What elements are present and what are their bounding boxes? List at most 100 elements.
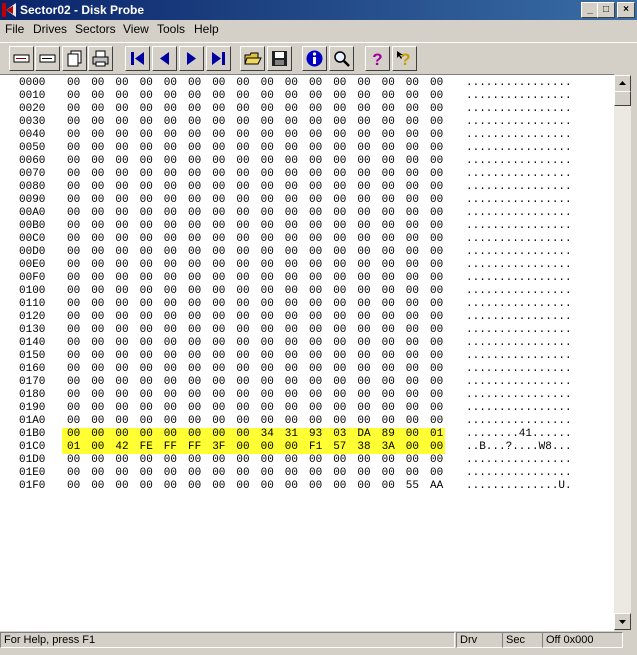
hex-byte[interactable]: 00 <box>430 376 443 389</box>
hex-byte[interactable]: 00 <box>430 324 443 337</box>
hex-byte[interactable]: 00 <box>236 142 249 155</box>
hex-byte[interactable]: 00 <box>430 272 443 285</box>
hex-byte[interactable]: AA <box>430 480 443 493</box>
hex-byte[interactable]: 00 <box>188 181 201 194</box>
hex-byte[interactable]: 00 <box>164 207 177 220</box>
hex-byte[interactable]: 00 <box>285 350 298 363</box>
hex-byte[interactable]: 00 <box>357 207 370 220</box>
hex-byte[interactable]: 00 <box>115 142 128 155</box>
hex-byte[interactable]: 00 <box>309 480 322 493</box>
hex-byte[interactable]: 00 <box>164 311 177 324</box>
hex-byte[interactable]: 00 <box>285 311 298 324</box>
hex-byte[interactable]: 00 <box>357 129 370 142</box>
hex-byte[interactable]: 00 <box>357 116 370 129</box>
hex-byte[interactable]: 00 <box>382 155 395 168</box>
hex-byte[interactable]: 00 <box>188 129 201 142</box>
info-button[interactable] <box>302 46 327 71</box>
menu-view[interactable]: View <box>123 22 149 36</box>
hex-byte[interactable]: 00 <box>309 77 322 90</box>
hex-byte[interactable]: 00 <box>188 454 201 467</box>
hex-byte[interactable]: 00 <box>333 142 346 155</box>
menu-help[interactable]: Help <box>194 22 219 36</box>
hex-byte[interactable]: 00 <box>91 116 104 129</box>
hex-byte[interactable]: 00 <box>430 155 443 168</box>
hex-byte[interactable]: 00 <box>236 324 249 337</box>
hex-byte[interactable]: 00 <box>430 142 443 155</box>
hex-byte[interactable]: 00 <box>382 194 395 207</box>
close-button[interactable]: × <box>617 2 635 18</box>
hex-byte[interactable]: 00 <box>357 415 370 428</box>
hex-byte[interactable]: 00 <box>91 155 104 168</box>
hex-byte[interactable]: 00 <box>115 337 128 350</box>
hex-byte[interactable]: 00 <box>164 350 177 363</box>
hex-byte[interactable]: 00 <box>115 246 128 259</box>
hex-byte[interactable]: 00 <box>115 207 128 220</box>
hex-byte[interactable]: 00 <box>382 350 395 363</box>
hex-byte[interactable]: 00 <box>212 285 225 298</box>
hex-byte[interactable]: 00 <box>212 428 225 441</box>
hex-byte[interactable]: 00 <box>309 233 322 246</box>
hex-byte[interactable]: 00 <box>164 142 177 155</box>
hex-byte[interactable]: 00 <box>406 233 419 246</box>
hex-byte[interactable]: 00 <box>140 259 153 272</box>
hex-byte[interactable]: 00 <box>140 311 153 324</box>
hex-byte[interactable]: 00 <box>261 389 274 402</box>
hex-byte[interactable]: 00 <box>91 389 104 402</box>
hex-byte[interactable]: 00 <box>309 454 322 467</box>
hex-byte[interactable]: 00 <box>67 415 80 428</box>
hex-byte[interactable]: 00 <box>309 285 322 298</box>
hex-byte[interactable]: 00 <box>91 363 104 376</box>
hex-byte[interactable]: 00 <box>91 428 104 441</box>
hex-byte[interactable]: 00 <box>261 259 274 272</box>
hex-byte[interactable]: 00 <box>382 181 395 194</box>
hex-byte[interactable]: 00 <box>91 90 104 103</box>
hex-byte[interactable]: 00 <box>140 324 153 337</box>
hex-byte[interactable]: 00 <box>236 272 249 285</box>
hex-byte[interactable]: 00 <box>285 155 298 168</box>
hex-byte[interactable]: 00 <box>285 363 298 376</box>
hex-byte[interactable]: 00 <box>430 246 443 259</box>
hex-byte[interactable]: 00 <box>333 389 346 402</box>
hex-byte[interactable]: 00 <box>236 402 249 415</box>
hex-byte[interactable]: 00 <box>309 272 322 285</box>
hex-byte[interactable]: 00 <box>91 181 104 194</box>
scroll-thumb[interactable] <box>614 91 631 106</box>
hex-byte[interactable]: 00 <box>309 168 322 181</box>
hex-byte[interactable]: 00 <box>67 207 80 220</box>
hex-byte[interactable]: 00 <box>285 168 298 181</box>
hex-byte[interactable]: 00 <box>212 480 225 493</box>
hex-byte[interactable]: 00 <box>67 181 80 194</box>
hex-byte[interactable]: 00 <box>115 220 128 233</box>
hex-byte[interactable]: FF <box>164 441 177 454</box>
hex-byte[interactable]: 00 <box>333 415 346 428</box>
hex-byte[interactable]: 00 <box>91 77 104 90</box>
hex-byte[interactable]: 00 <box>261 454 274 467</box>
hex-byte[interactable]: 00 <box>382 311 395 324</box>
context-help-button[interactable]: ? <box>392 46 417 71</box>
hex-byte[interactable]: 00 <box>261 168 274 181</box>
hex-byte[interactable]: 00 <box>333 285 346 298</box>
hex-byte[interactable]: 00 <box>430 389 443 402</box>
hex-byte[interactable]: 00 <box>164 402 177 415</box>
hex-byte[interactable]: 00 <box>140 90 153 103</box>
vertical-scrollbar[interactable] <box>614 75 631 630</box>
hex-byte[interactable]: 00 <box>91 298 104 311</box>
hex-byte[interactable]: 00 <box>164 467 177 480</box>
hex-byte[interactable]: 00 <box>67 428 80 441</box>
hex-byte[interactable]: 00 <box>333 324 346 337</box>
hex-byte[interactable]: 00 <box>212 324 225 337</box>
hex-byte[interactable]: 00 <box>67 272 80 285</box>
hex-byte[interactable]: 00 <box>164 90 177 103</box>
hex-byte[interactable]: 00 <box>188 142 201 155</box>
hex-byte[interactable]: 00 <box>333 129 346 142</box>
hex-byte[interactable]: 00 <box>212 272 225 285</box>
hex-byte[interactable]: 00 <box>115 272 128 285</box>
hex-byte[interactable]: 00 <box>67 389 80 402</box>
hex-byte[interactable]: 00 <box>212 246 225 259</box>
hex-byte[interactable]: 55 <box>406 480 419 493</box>
hex-byte[interactable]: 00 <box>67 142 80 155</box>
hex-byte[interactable]: 00 <box>140 246 153 259</box>
hex-byte[interactable]: 00 <box>285 285 298 298</box>
hex-byte[interactable]: 00 <box>91 168 104 181</box>
hex-byte[interactable]: 00 <box>236 337 249 350</box>
